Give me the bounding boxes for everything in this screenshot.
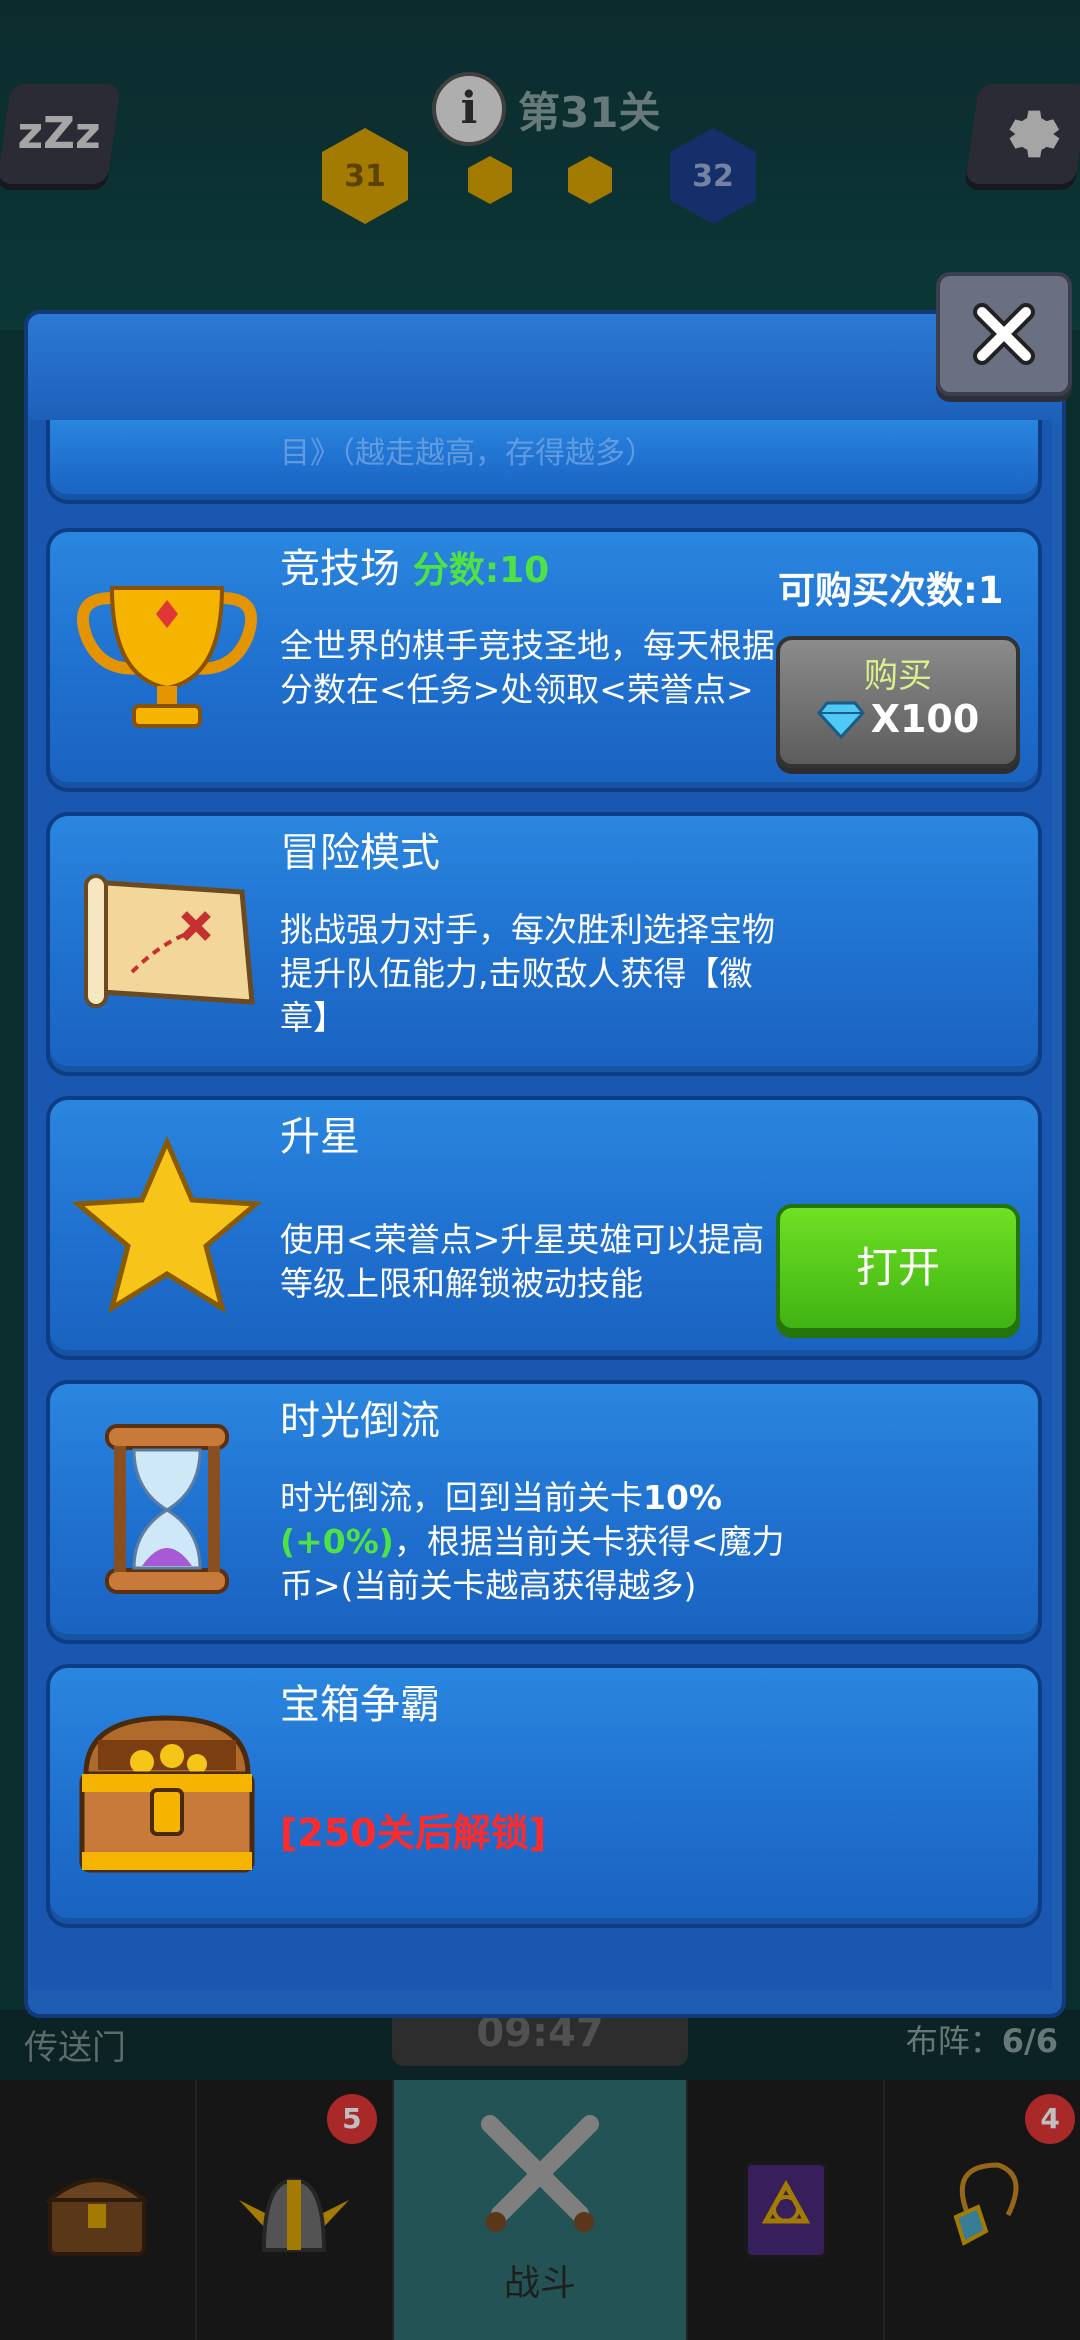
partial-card: 目》（越走越高，存得越多）	[46, 420, 1042, 504]
star-upgrade-title: 升星	[280, 1114, 360, 1160]
arena-score: 分数:10	[412, 550, 550, 591]
star-upgrade-card[interactable]: 升星 使用<荣誉点>升星英雄可以提高等级上限和解锁被动技能 打开	[46, 1096, 1042, 1360]
time-rewind-card[interactable]: 时光倒流 时光倒流，回到当前关卡10%(+0%)，根据当前关卡获得<魔力币>(当…	[46, 1380, 1042, 1644]
time-rewind-bonus: (+0%)	[280, 1522, 394, 1561]
treasure-battle-card[interactable]: 宝箱争霸 [250关后解锁]	[46, 1664, 1042, 1928]
arena-title-row: 竞技场 分数:10	[280, 536, 549, 594]
buy-price: X100	[870, 697, 980, 741]
time-rewind-title: 时光倒流	[280, 1398, 440, 1444]
hourglass-icon	[72, 1420, 262, 1600]
adventure-title: 冒险模式	[280, 830, 440, 876]
arena-buy-button[interactable]: 购买 X100	[776, 636, 1020, 768]
close-button[interactable]	[936, 272, 1072, 396]
buy-label: 购买	[864, 656, 932, 696]
star-upgrade-description: 使用<荣誉点>升星英雄可以提高等级上限和解锁被动技能	[280, 1220, 765, 1303]
adventure-description: 挑战强力对手，每次胜利选择宝物提升队伍能力,击败敌人获得【徽章】	[280, 910, 775, 1037]
trophy-icon	[72, 568, 262, 748]
treasure-battle-title: 宝箱争霸	[280, 1682, 440, 1728]
close-icon	[973, 303, 1035, 365]
partial-card-text: 目》（越走越高，存得越多）	[280, 436, 655, 471]
map-icon	[72, 852, 262, 1032]
arena-description: 全世界的棋手竞技圣地，每天根据分数在<任务>处领取<荣誉点>	[280, 626, 775, 709]
time-rewind-percent: 10%	[643, 1478, 722, 1517]
arena-title: 竞技场	[280, 546, 400, 592]
time-rewind-desc-a: 时光倒流，回到当前关卡	[280, 1478, 643, 1517]
diamond-icon	[816, 701, 865, 739]
locked-text: [250关后解锁]	[280, 1811, 547, 1855]
star-icon	[72, 1136, 262, 1316]
treasure-chest-icon	[72, 1704, 262, 1884]
open-button[interactable]: 打开	[776, 1204, 1020, 1332]
arena-card[interactable]: 竞技场 分数:10 全世界的棋手竞技圣地，每天根据分数在<任务>处领取<荣誉点>…	[46, 528, 1042, 792]
price-row: X100	[780, 697, 1016, 741]
time-rewind-description: 时光倒流，回到当前关卡10%(+0%)，根据当前关卡获得<魔力币>(当前关卡越高…	[280, 1476, 800, 1608]
arena-purchase-count: 可购买次数:1	[778, 569, 1004, 612]
adventure-card[interactable]: 冒险模式 挑战强力对手，每次胜利选择宝物提升队伍能力,击败敌人获得【徽章】	[46, 812, 1042, 1076]
modal-header	[24, 310, 1066, 424]
